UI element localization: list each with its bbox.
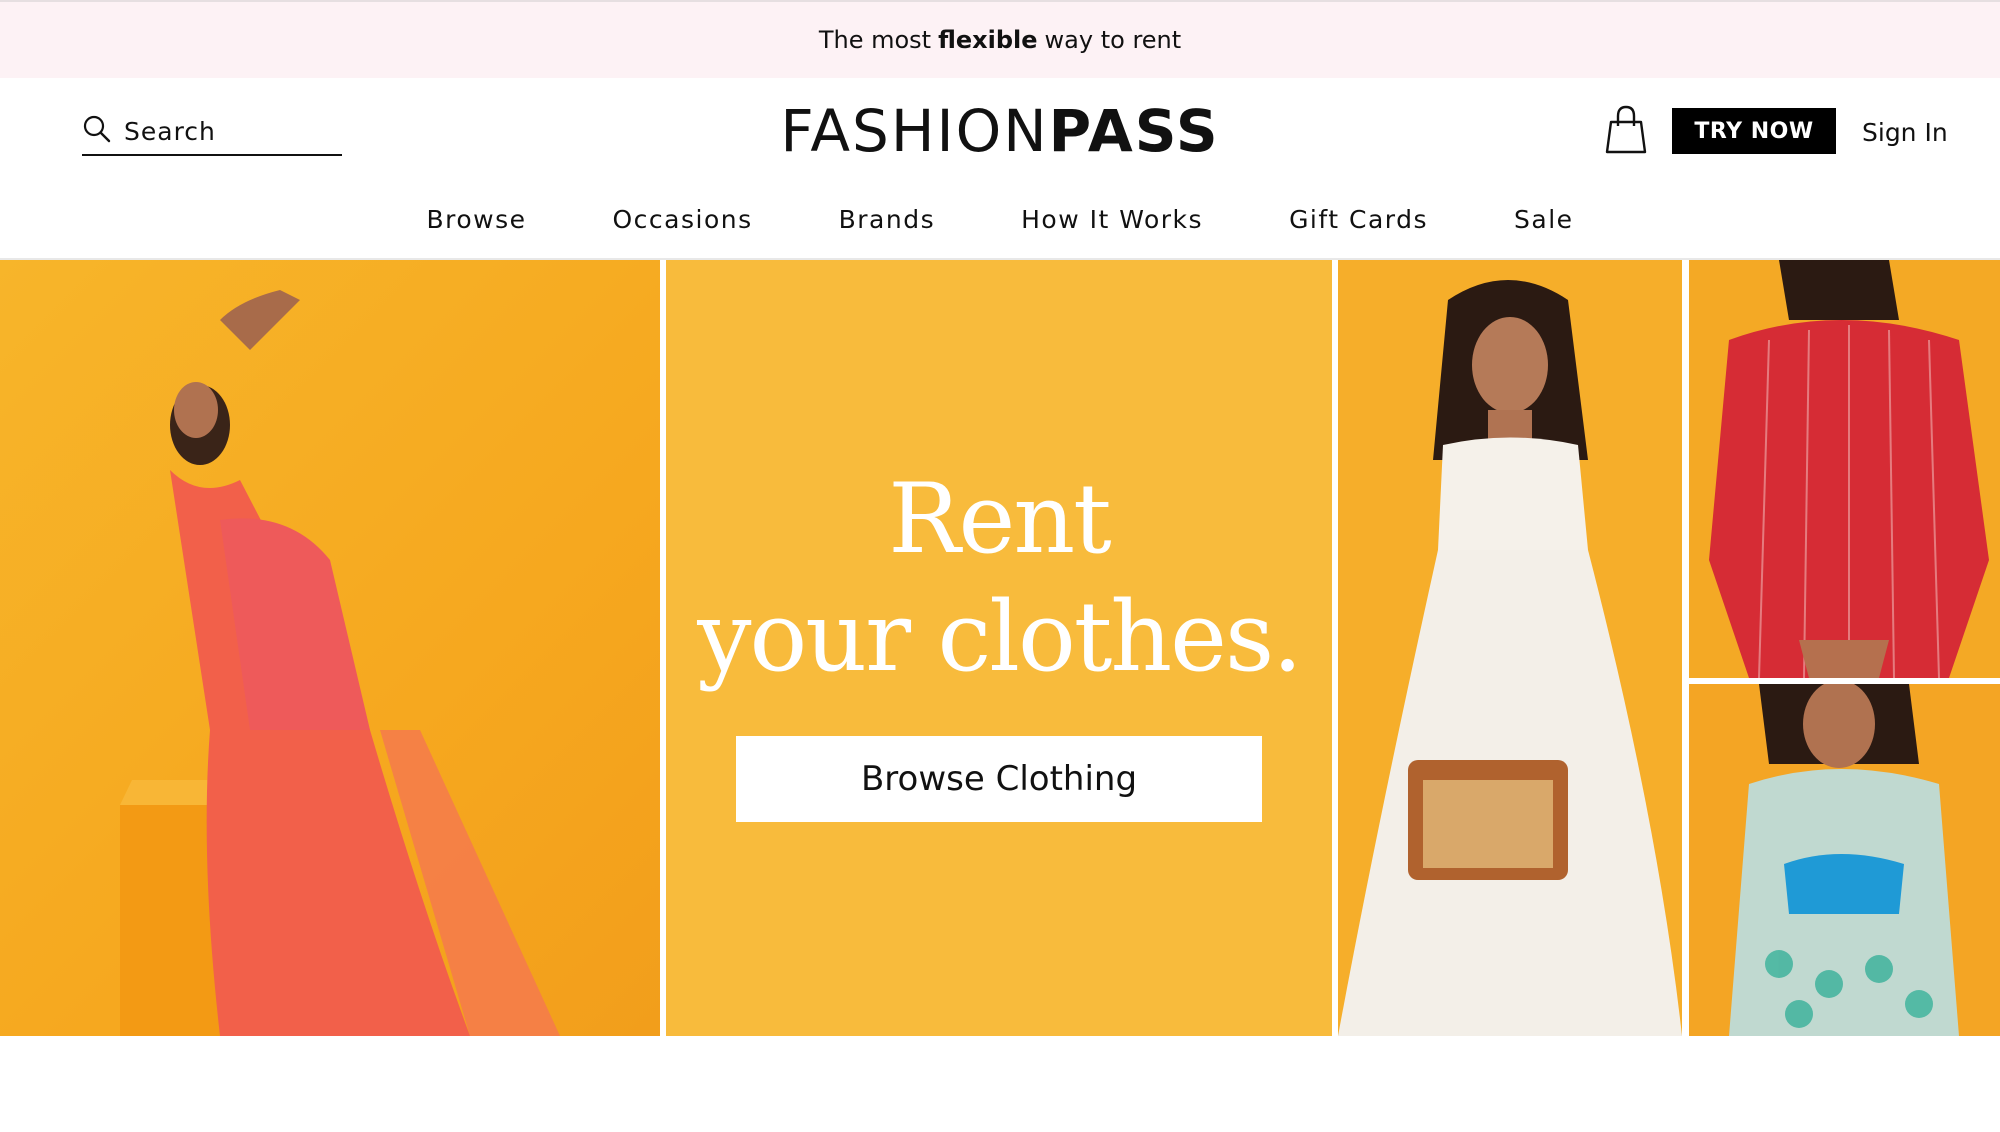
nav-item-how-it-works[interactable]: How It Works xyxy=(978,205,1246,234)
browse-clothing-button[interactable]: Browse Clothing xyxy=(736,736,1262,822)
nav-item-brands[interactable]: Brands xyxy=(796,205,979,234)
search-field[interactable]: Search xyxy=(82,108,342,156)
hero-image-coral-dress[interactable] xyxy=(0,260,660,1036)
hero-promo-panel: Rent your clothes. Browse Clothing xyxy=(666,260,1332,1036)
nav-item-sale[interactable]: Sale xyxy=(1471,205,1617,234)
search-icon xyxy=(82,114,112,148)
search-placeholder: Search xyxy=(124,116,216,146)
banner-suffix: way to rent xyxy=(1044,26,1182,54)
headline-line-2: your clothes. xyxy=(697,581,1303,693)
hero-headline: Rent your clothes. xyxy=(666,460,1332,696)
banner-prefix: The most xyxy=(818,26,932,54)
hero-image-white-dress[interactable] xyxy=(1338,260,1682,1036)
main-nav: Browse Occasions Brands How It Works Gif… xyxy=(0,196,2000,242)
fashionpass-logo[interactable]: FASHION PASS xyxy=(780,96,1217,166)
nav-item-gift-cards[interactable]: Gift Cards xyxy=(1246,205,1471,234)
shopping-bag-icon[interactable] xyxy=(1604,104,1648,156)
sign-in-link[interactable]: Sign In xyxy=(1862,112,1948,152)
banner-emphasis: flexible xyxy=(938,26,1038,54)
hero-section: Rent your clothes. Browse Clothing xyxy=(0,260,2000,1036)
hero-image-crochet-top[interactable] xyxy=(1689,684,2000,1036)
logo-part-bold: PASS xyxy=(1048,97,1220,165)
logo-part-light: FASHION xyxy=(780,97,1049,165)
headline-line-1: Rent xyxy=(888,463,1112,575)
try-now-button[interactable]: TRY NOW xyxy=(1672,108,1836,154)
nav-item-browse[interactable]: Browse xyxy=(383,205,569,234)
nav-item-occasions[interactable]: Occasions xyxy=(569,205,795,234)
promo-banner: The most flexible way to rent xyxy=(0,0,2000,78)
hero-image-red-stripe-shirt[interactable] xyxy=(1689,260,2000,678)
